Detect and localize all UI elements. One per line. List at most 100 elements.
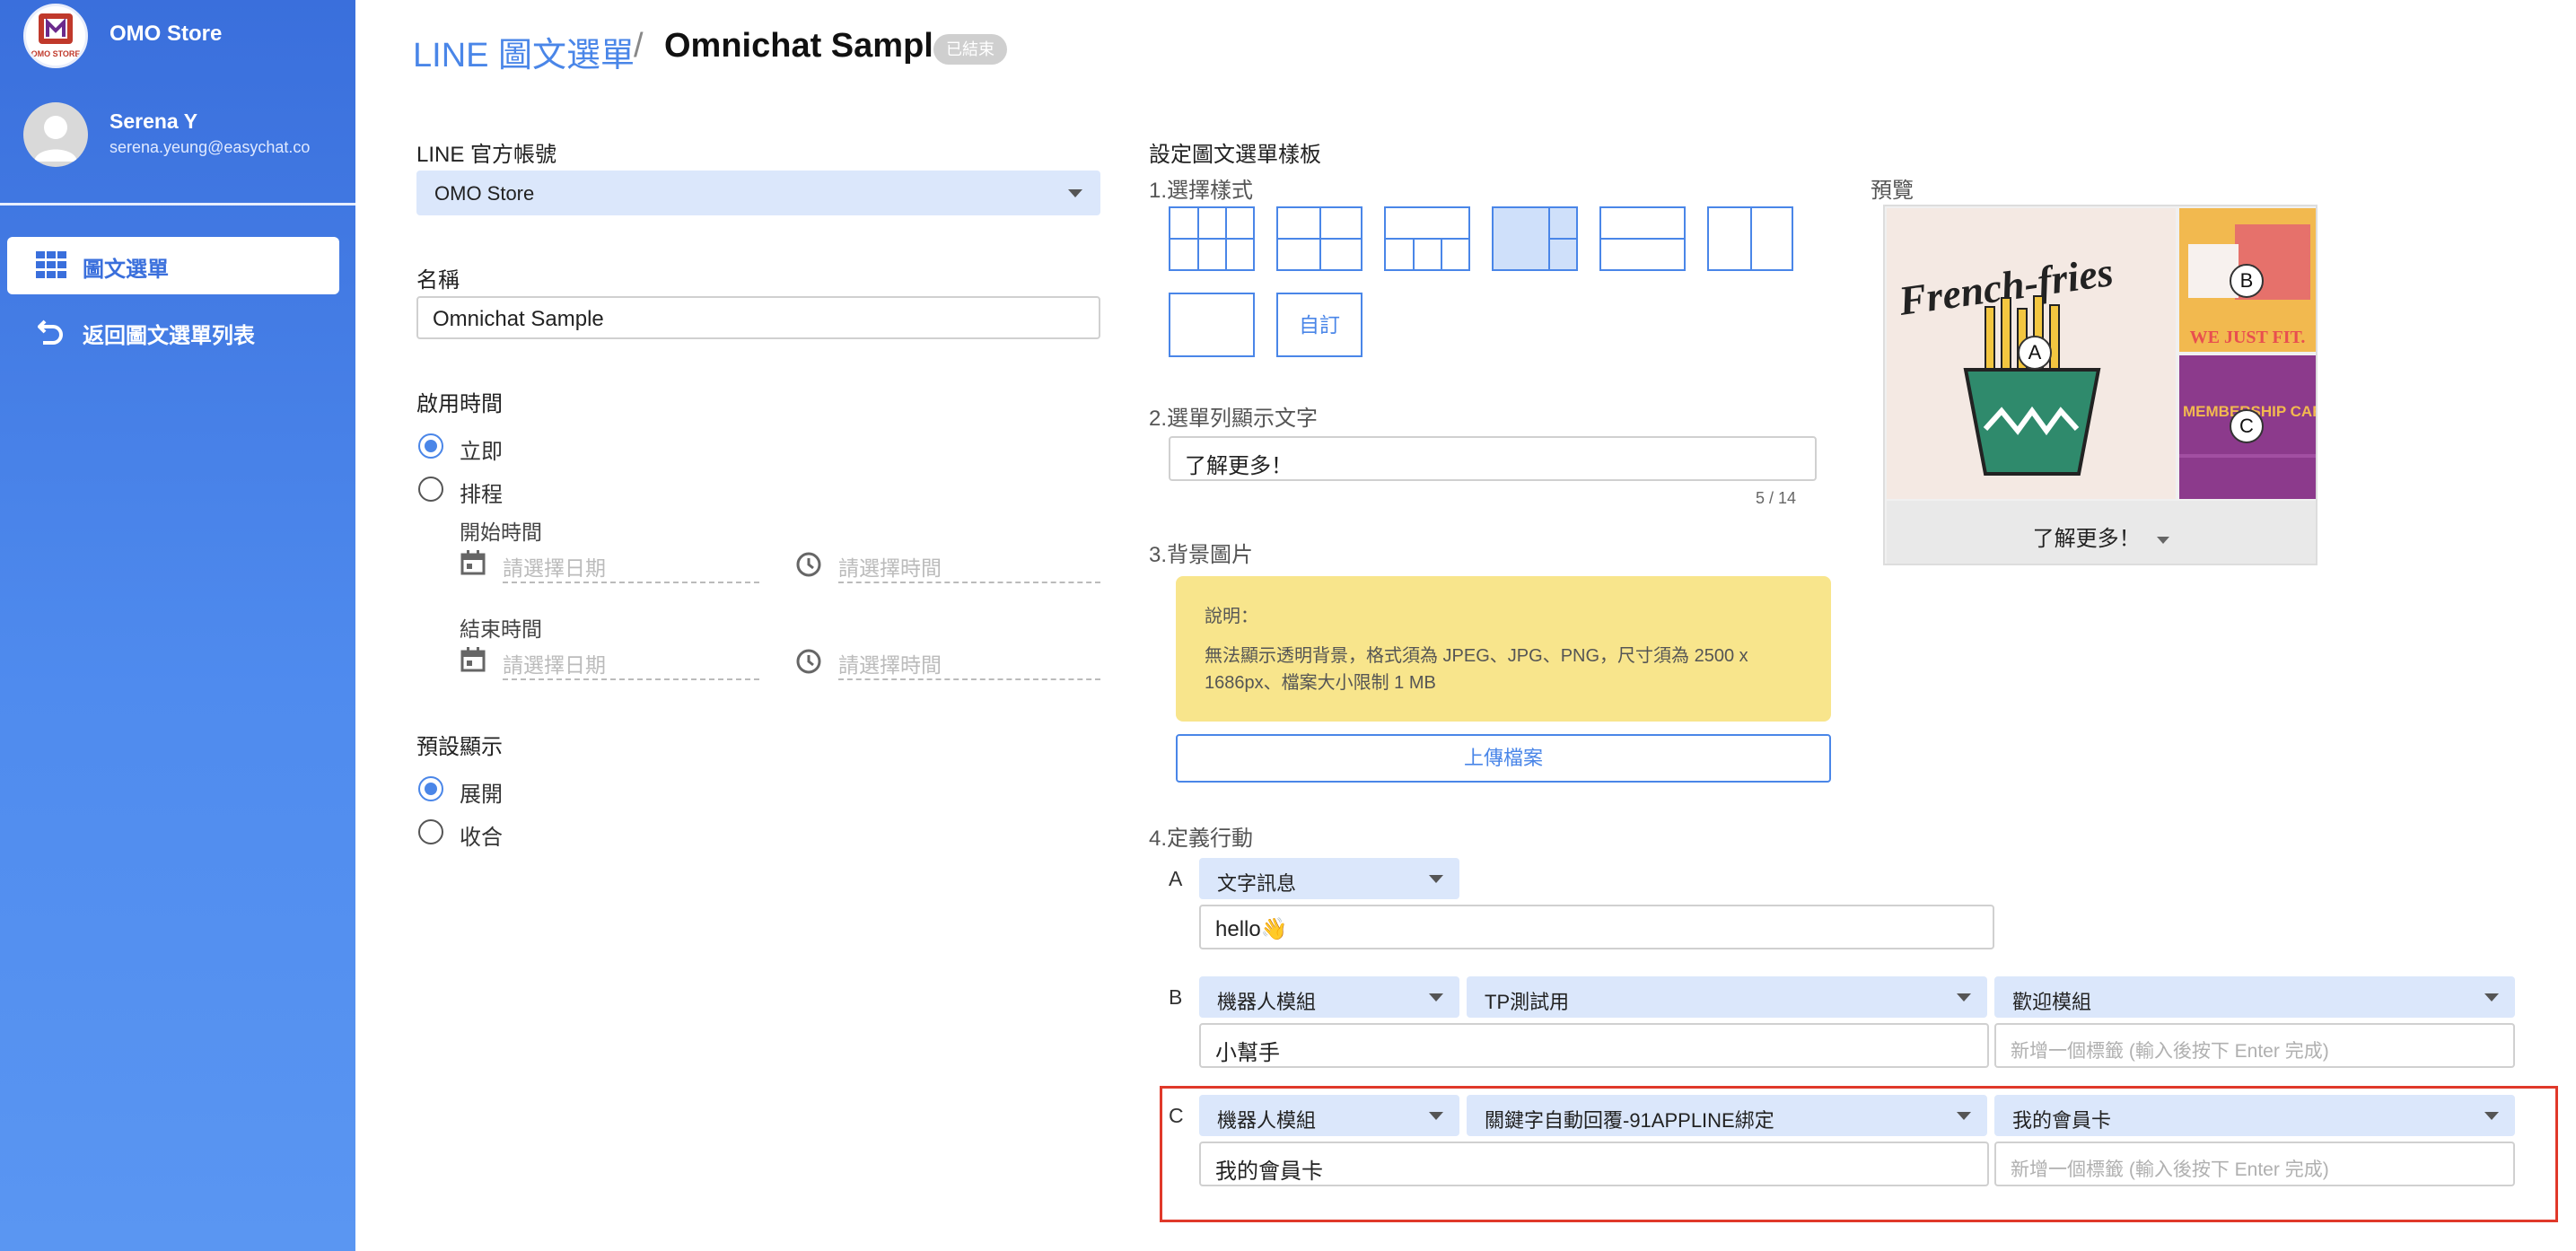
action-b-name-input[interactable]: 小幫手	[1199, 1023, 1989, 1068]
breadcrumb-link[interactable]: LINE 圖文選單	[413, 27, 635, 76]
user-email: serena.yeung@easychat.co	[110, 138, 311, 156]
chevron-down-icon	[2484, 1112, 2499, 1120]
start-time-placeholder[interactable]: 請選擇時間	[838, 551, 942, 582]
end-time-placeholder[interactable]: 請選擇時間	[838, 648, 942, 678]
radio-immediate[interactable]	[418, 433, 443, 459]
chevron-down-icon	[1429, 1112, 1443, 1120]
step3-label: 3.背景圖片	[1149, 543, 1254, 567]
action-c-sub-select[interactable]: 我的會員卡	[1994, 1095, 2515, 1136]
store-logo: OMO STORE	[23, 4, 88, 68]
page-title: Omnichat Sample	[664, 27, 952, 65]
action-c-letter: C	[1169, 1104, 1184, 1127]
template-option-single[interactable]	[1169, 293, 1255, 357]
radio-expand-label: 展開	[460, 783, 503, 807]
return-icon	[37, 318, 65, 349]
template-option-2-rows[interactable]	[1599, 206, 1686, 271]
action-b-sub-select[interactable]: 歡迎模組	[1994, 976, 2515, 1018]
action-b-type-value: 機器人模組	[1217, 991, 1317, 1013]
name-label: 名稱	[416, 268, 460, 293]
menu-bar-text-input[interactable]: 了解更多！	[1169, 436, 1817, 481]
start-time-label: 開始時間	[460, 521, 542, 544]
action-c-tag-input[interactable]: 新增一個標籤 (輸入後按下 Enter 完成)	[1994, 1142, 2515, 1186]
action-c-name-input[interactable]: 我的會員卡	[1199, 1142, 1989, 1186]
radio-immediate-label: 立即	[460, 440, 503, 464]
action-b-letter: B	[1169, 985, 1183, 1009]
note-body: 無法顯示透明背景，格式須為 JPEG、JPG、PNG，尺寸須為 2500 x 1…	[1205, 646, 1748, 693]
action-a-type-select[interactable]: 文字訊息	[1199, 858, 1459, 899]
action-b-module-select[interactable]: TP測試用	[1467, 976, 1987, 1018]
action-b-type-select[interactable]: 機器人模組	[1199, 976, 1459, 1018]
account-label: LINE 官方帳號	[416, 143, 557, 167]
menu-bar-text-value: 了解更多！	[1185, 454, 1292, 478]
action-a-text-input[interactable]: hello👋	[1199, 905, 1994, 949]
sidebar-item-richmenu[interactable]: 圖文選單	[7, 237, 339, 294]
chevron-down-icon	[1957, 1112, 1971, 1120]
action-b-sub-value: 歡迎模組	[2012, 991, 2092, 1013]
richmenu-preview: French-fries WE JUST FIT. MEMBERSHIP CAR…	[1883, 205, 2318, 565]
step2-label: 2.選單列顯示文字	[1149, 407, 1319, 431]
end-time-underline	[838, 678, 1100, 680]
name-input[interactable]: Omnichat Sample	[416, 296, 1100, 339]
step1-label: 1.選擇樣式	[1149, 179, 1254, 203]
action-b-module-value: TP測試用	[1485, 991, 1570, 1013]
action-c-sub-value: 我的會員卡	[2012, 1109, 2112, 1132]
clock-icon	[795, 648, 822, 679]
user-name: Serena Y	[110, 109, 198, 133]
calendar-icon	[460, 646, 486, 678]
preview-menu-bar-label: 了解更多！	[1887, 521, 2316, 552]
clock-icon	[795, 551, 822, 582]
breadcrumb-separator: /	[634, 27, 644, 65]
sidebar-item-label: 圖文選單	[83, 258, 169, 282]
status-badge: 已結束	[933, 34, 1007, 65]
chevron-down-icon	[1429, 875, 1443, 883]
action-c-module-value: 關鍵字自動回覆-91APPLINE綁定	[1485, 1109, 1774, 1132]
sidebar-divider	[0, 203, 355, 206]
template-option-1-3[interactable]	[1384, 206, 1470, 271]
action-b-name-value: 小幫手	[1215, 1041, 1280, 1065]
action-c-type-value: 機器人模組	[1217, 1109, 1317, 1132]
step4-label: 4.定義行動	[1149, 827, 1254, 851]
radio-collapse[interactable]	[418, 819, 443, 844]
calendar-icon	[460, 549, 486, 581]
background-image-note: 說明： 無法顯示透明背景，格式須為 JPEG、JPG、PNG，尺寸須為 2500…	[1176, 576, 1831, 722]
chevron-down-icon	[1429, 993, 1443, 1002]
radio-schedule[interactable]	[418, 477, 443, 502]
start-date-placeholder[interactable]: 請選擇日期	[503, 551, 606, 582]
start-time-section-label: 啟用時間	[416, 392, 503, 416]
action-b-tag-placeholder: 新增一個標籤 (輸入後按下 Enter 完成)	[2011, 1041, 2329, 1062]
sidebar-item-label: 返回圖文選單列表	[83, 324, 255, 348]
action-a-text-value: hello👋	[1215, 917, 1288, 941]
preview-label: 預覽	[1871, 179, 1914, 203]
action-a-type-value: 文字訊息	[1217, 872, 1297, 895]
action-b-tag-input[interactable]: 新增一個標籤 (輸入後按下 Enter 完成)	[1994, 1023, 2515, 1068]
start-time-underline	[838, 582, 1100, 583]
sidebar-item-back-to-list[interactable]: 返回圖文選單列表	[7, 305, 339, 359]
template-custom-button[interactable]: 自訂	[1276, 293, 1362, 357]
chevron-down-icon	[1068, 189, 1082, 197]
template-option-4-grid[interactable]	[1276, 206, 1362, 271]
preview-marker-b: B	[2230, 264, 2264, 298]
start-date-underline	[503, 582, 759, 583]
note-title: 說明：	[1205, 607, 1258, 626]
sidebar: OMO STORE OMO Store Serena Y serena.yeun…	[0, 0, 355, 1251]
template-section-title: 設定圖文選單樣板	[1149, 143, 1321, 167]
end-time-label: 結束時間	[460, 617, 542, 641]
template-option-1-2-selected[interactable]	[1492, 206, 1578, 271]
end-date-placeholder[interactable]: 請選擇日期	[503, 648, 606, 678]
template-option-2-cols[interactable]	[1707, 206, 1793, 271]
upload-file-button[interactable]: 上傳檔案	[1176, 734, 1831, 783]
template-option-6-grid[interactable]	[1169, 206, 1255, 271]
end-date-underline	[503, 678, 759, 680]
preview-menu-bar[interactable]: 了解更多！	[1887, 501, 2316, 564]
action-a-letter: A	[1169, 867, 1183, 890]
svg-text:WE JUST FIT.: WE JUST FIT.	[2190, 328, 2306, 347]
action-c-module-select[interactable]: 關鍵字自動回覆-91APPLINE綁定	[1467, 1095, 1987, 1136]
action-c-type-select[interactable]: 機器人模組	[1199, 1095, 1459, 1136]
grid-icon	[36, 251, 66, 283]
radio-expand[interactable]	[418, 776, 443, 801]
char-counter: 5 / 14	[1756, 489, 1797, 507]
name-input-value: Omnichat Sample	[433, 307, 604, 331]
account-select-value: OMO Store	[434, 182, 535, 205]
chevron-down-icon	[1957, 993, 1971, 1002]
account-select[interactable]: OMO Store	[416, 171, 1100, 215]
